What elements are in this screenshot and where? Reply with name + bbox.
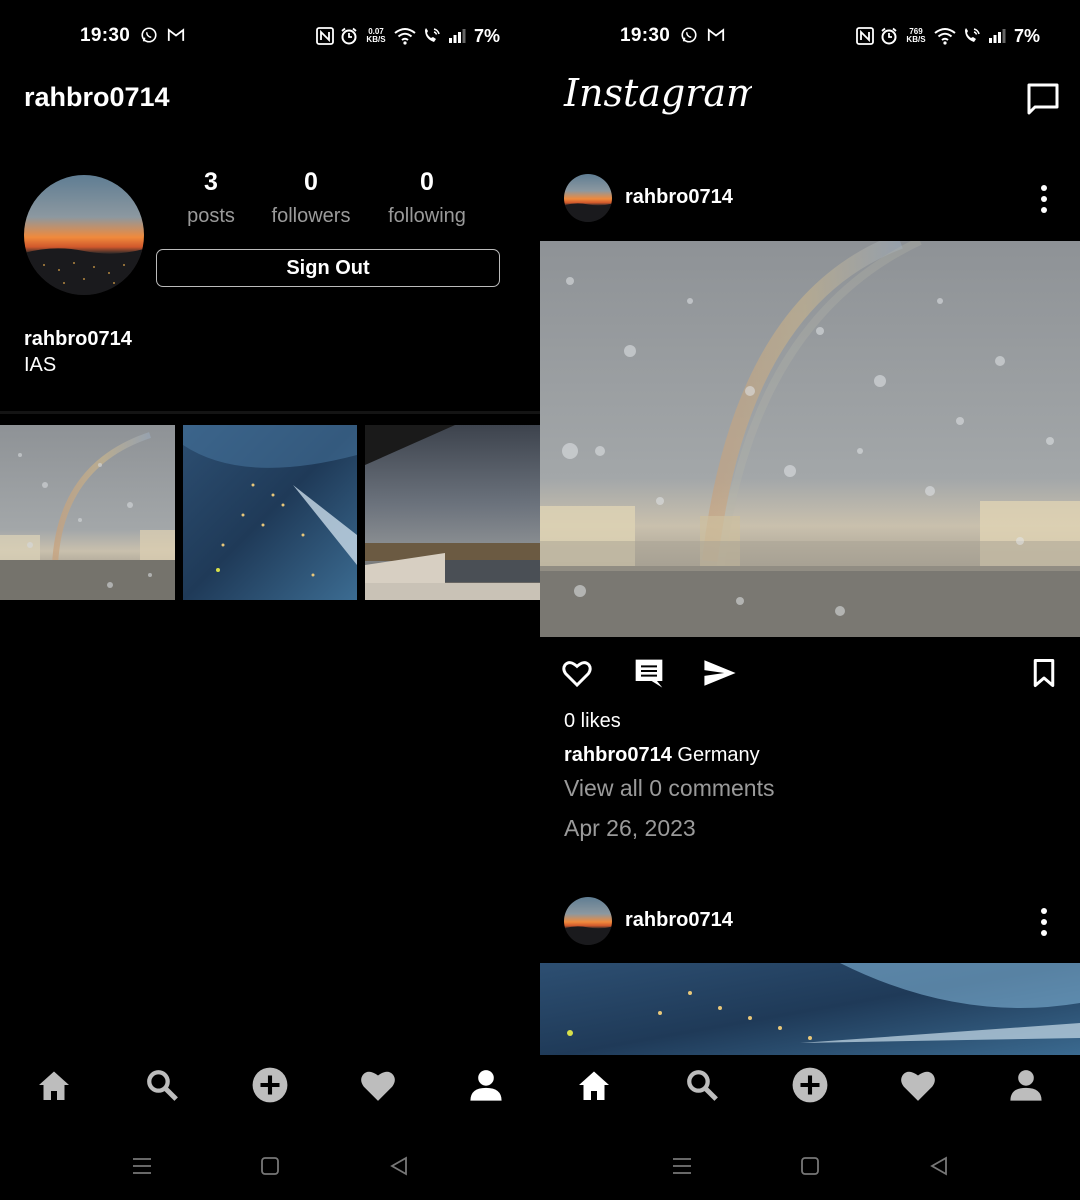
- post-image-rainbow[interactable]: [540, 241, 1080, 637]
- signal-icon: [988, 29, 1006, 43]
- add-post-icon: [252, 1067, 288, 1103]
- nav-home-button[interactable]: [34, 1065, 74, 1105]
- like-button[interactable]: [560, 655, 594, 691]
- post-username[interactable]: rahbro0714: [625, 909, 733, 932]
- caption-username[interactable]: rahbro0714: [564, 744, 672, 766]
- search-icon: [687, 1070, 718, 1101]
- wifi-calling-icon: [424, 28, 440, 42]
- nav-search-button[interactable]: [682, 1065, 722, 1105]
- instagram-logo: Instagram: [563, 71, 752, 115]
- grid-post-clouds[interactable]: [365, 425, 540, 600]
- bottom-nav: [0, 1055, 540, 1115]
- back-icon[interactable]: [928, 1155, 950, 1177]
- home-square-icon[interactable]: [259, 1155, 281, 1177]
- caption-text: Germany: [677, 744, 760, 766]
- save-button[interactable]: [1030, 655, 1058, 691]
- feed-screen: 19:30 769 KB/S 7% Instagram rahbro0714 0…: [540, 0, 1080, 1200]
- heart-icon: [901, 1071, 935, 1101]
- post-username[interactable]: rahbro0714: [625, 186, 733, 209]
- messages-icon[interactable]: [1026, 82, 1060, 116]
- svg-text:Instagram: Instagram: [563, 71, 752, 115]
- nav-search-button[interactable]: [142, 1065, 182, 1105]
- more-options-icon[interactable]: [1034, 184, 1054, 214]
- nav-profile-button[interactable]: [1006, 1065, 1046, 1105]
- bottom-nav: [540, 1055, 1080, 1115]
- post-header: rahbro0714: [540, 897, 1080, 957]
- post-avatar[interactable]: [564, 174, 612, 222]
- followers-label: followers: [271, 205, 351, 227]
- nav-activity-button[interactable]: [898, 1065, 938, 1105]
- comment-button[interactable]: [632, 655, 666, 691]
- profile-icon: [1010, 1070, 1042, 1101]
- following-label: following: [388, 205, 466, 227]
- profile-icon: [470, 1070, 502, 1101]
- followers-stat[interactable]: 0 followers: [259, 166, 363, 234]
- view-comments-link[interactable]: View all 0 comments: [564, 775, 775, 802]
- home-square-icon[interactable]: [799, 1155, 821, 1177]
- status-bar: 19:30 0.07 KB/S 7%: [0, 0, 540, 72]
- whatsapp-icon: [141, 27, 157, 43]
- add-post-icon: [792, 1067, 828, 1103]
- home-icon: [39, 1071, 69, 1100]
- profile-username-header: rahbro0714: [24, 82, 170, 112]
- sign-out-button[interactable]: Sign Out: [156, 249, 500, 287]
- wifi-icon: [934, 28, 956, 45]
- gmail-icon: [707, 28, 725, 41]
- post-image-aerial[interactable]: [540, 963, 1080, 1059]
- post-date: Apr 26, 2023: [564, 815, 696, 841]
- nav-profile-button[interactable]: [466, 1065, 506, 1105]
- likes-count: 0 likes: [564, 710, 621, 732]
- nav-activity-button[interactable]: [358, 1065, 398, 1105]
- send-icon: [704, 660, 736, 686]
- section-divider: [0, 411, 540, 414]
- nav-add-button[interactable]: [250, 1065, 290, 1105]
- posts-stat[interactable]: 3 posts: [171, 166, 251, 234]
- alarm-icon: [341, 27, 357, 45]
- bio-name: rahbro0714: [24, 328, 132, 350]
- status-time: 19:30: [80, 25, 131, 46]
- network-speed: 0.07 KB/S: [366, 27, 386, 44]
- posts-label: posts: [187, 205, 235, 227]
- nav-add-button[interactable]: [790, 1065, 830, 1105]
- home-icon: [579, 1071, 609, 1100]
- grid-post-aerial[interactable]: [183, 425, 357, 600]
- battery-level: 7%: [1013, 25, 1040, 46]
- comment-icon: [635, 659, 663, 688]
- post-avatar[interactable]: [564, 897, 612, 945]
- status-time: 19:30: [620, 25, 671, 46]
- system-nav-bar: [540, 1140, 1080, 1190]
- profile-avatar[interactable]: [24, 175, 144, 295]
- bio-text: IAS: [24, 354, 57, 376]
- nav-home-button[interactable]: [574, 1065, 614, 1105]
- alarm-icon: [881, 27, 897, 45]
- signal-icon: [448, 29, 466, 43]
- profile-screen: 19:30 0.07 KB/S 7% rahbro0714 3 posts 0 …: [0, 0, 540, 1200]
- battery-level: 7%: [473, 25, 500, 46]
- following-stat[interactable]: 0 following: [375, 166, 479, 234]
- grid-post-rainbow[interactable]: [0, 425, 175, 600]
- nfc-icon: [856, 27, 874, 45]
- wifi-icon: [394, 28, 416, 45]
- whatsapp-icon: [681, 27, 697, 43]
- system-nav-bar: [0, 1140, 540, 1190]
- followers-count: 0: [304, 168, 318, 196]
- menu-icon[interactable]: [131, 1155, 153, 1177]
- more-options-icon[interactable]: [1034, 907, 1054, 937]
- bookmark-icon: [1033, 659, 1055, 687]
- menu-icon[interactable]: [671, 1155, 693, 1177]
- heart-icon: [361, 1071, 395, 1101]
- network-speed: 769 KB/S: [906, 27, 926, 44]
- post-actions: [540, 655, 1080, 695]
- search-icon: [147, 1070, 178, 1101]
- gmail-icon: [167, 28, 185, 41]
- share-button[interactable]: [702, 655, 738, 691]
- wifi-calling-icon: [964, 28, 980, 42]
- nfc-icon: [316, 27, 334, 45]
- post-caption: rahbro0714 Germany: [564, 744, 760, 767]
- following-count: 0: [420, 168, 434, 196]
- back-icon[interactable]: [388, 1155, 410, 1177]
- post-header: rahbro0714: [540, 174, 1080, 234]
- heart-outline-icon: [562, 661, 592, 688]
- posts-count: 3: [204, 168, 218, 196]
